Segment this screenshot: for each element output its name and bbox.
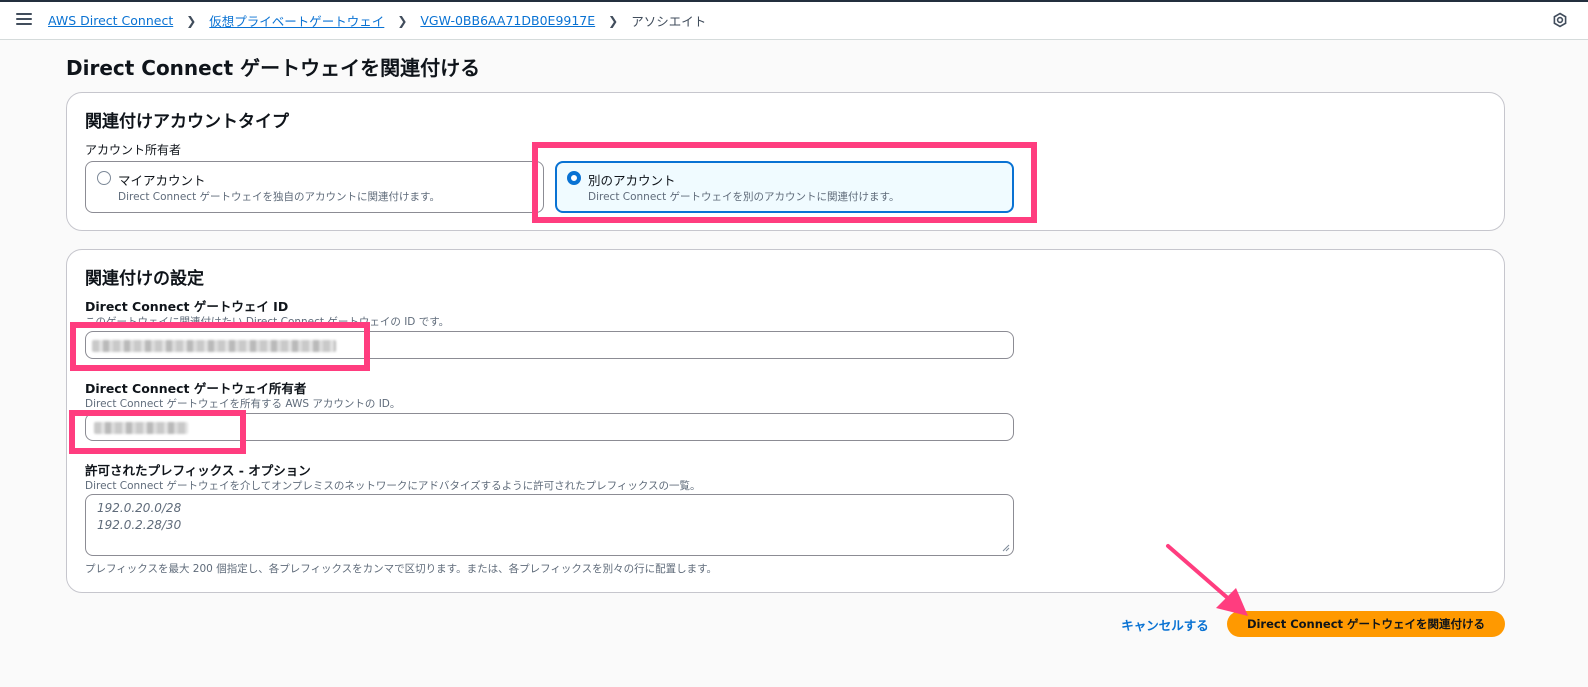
account-type-heading: 関連付けアカウントタイプ [85, 112, 289, 132]
page-title: Direct Connect ゲートウェイを関連付ける [66, 56, 481, 80]
tile-other-account-description: Direct Connect ゲートウェイを別のアカウントに関連付けます。 [588, 191, 900, 203]
gateway-id-input[interactable] [85, 331, 1014, 359]
tile-my-account-title: マイアカウント [118, 173, 206, 188]
breadcrumb: AWS Direct Connect ❯ 仮想プライベートゲートウェイ ❯ VG… [48, 11, 706, 30]
breadcrumb-virtual-private-gateways[interactable]: 仮想プライベートゲートウェイ [209, 11, 384, 30]
chevron-right-icon: ❯ [186, 13, 197, 28]
allowed-prefixes-textarea[interactable]: 192.0.20.0/28 192.0.2.28/30 [85, 494, 1014, 556]
gateway-owner-label: Direct Connect ゲートウェイ所有者 [85, 381, 307, 396]
hamburger-menu-icon[interactable] [16, 11, 32, 27]
gateway-id-description: このゲートウェイに関連付けたい Direct Connect ゲートウェイの I… [85, 316, 450, 328]
gateway-owner-input[interactable] [85, 413, 1014, 441]
tile-other-account-title: 別のアカウント [588, 173, 676, 188]
association-settings-heading: 関連付けの設定 [85, 269, 204, 289]
account-type-container: 関連付けアカウントタイプ アカウント所有者 マイアカウント Direct Con… [66, 92, 1505, 231]
account-owner-label: アカウント所有者 [85, 143, 182, 157]
redacted-value [94, 422, 188, 434]
chevron-right-icon: ❯ [397, 13, 408, 28]
breadcrumb-current: アソシエイト [631, 14, 707, 29]
cancel-button[interactable]: キャンセルする [1110, 612, 1220, 636]
resize-handle-icon[interactable] [1002, 544, 1010, 552]
radio-unselected-icon[interactable] [97, 171, 111, 185]
tile-other-account[interactable]: 別のアカウント Direct Connect ゲートウェイを別のアカウントに関連… [555, 161, 1014, 213]
gateway-owner-description: Direct Connect ゲートウェイを所有する AWS アカウントの ID… [85, 398, 401, 410]
association-settings-container: 関連付けの設定 Direct Connect ゲートウェイ ID このゲートウェ… [66, 249, 1505, 593]
allowed-prefixes-label: 許可されたプレフィックス - オプション [85, 463, 311, 478]
prefix-placeholder-line: 192.0.2.28/30 [97, 518, 182, 532]
allowed-prefixes-description: Direct Connect ゲートウェイを介してオンプレミスのネットワークにア… [85, 480, 701, 492]
breadcrumb-gateway-id[interactable]: VGW-0BB6AA71DB0E9917E [420, 13, 595, 28]
associate-gateway-button[interactable]: Direct Connect ゲートウェイを関連付ける [1227, 611, 1505, 637]
redacted-value [92, 340, 336, 352]
breadcrumb-direct-connect[interactable]: AWS Direct Connect [48, 13, 173, 28]
chevron-right-icon: ❯ [608, 13, 619, 28]
top-navigation: AWS Direct Connect ❯ 仮想プライベートゲートウェイ ❯ VG… [0, 2, 1588, 40]
tile-my-account-description: Direct Connect ゲートウェイを独自のアカウントに関連付けます。 [118, 191, 440, 203]
prefix-placeholder-line: 192.0.20.0/28 [97, 501, 182, 515]
tile-my-account[interactable]: マイアカウント Direct Connect ゲートウェイを独自のアカウントに関… [85, 161, 544, 213]
gateway-id-label: Direct Connect ゲートウェイ ID [85, 299, 289, 314]
settings-icon[interactable] [1552, 12, 1568, 28]
radio-selected-icon[interactable] [567, 171, 581, 185]
allowed-prefixes-hint: プレフィックスを最大 200 個指定し、各プレフィックスをカンマで区切ります。ま… [85, 563, 718, 575]
